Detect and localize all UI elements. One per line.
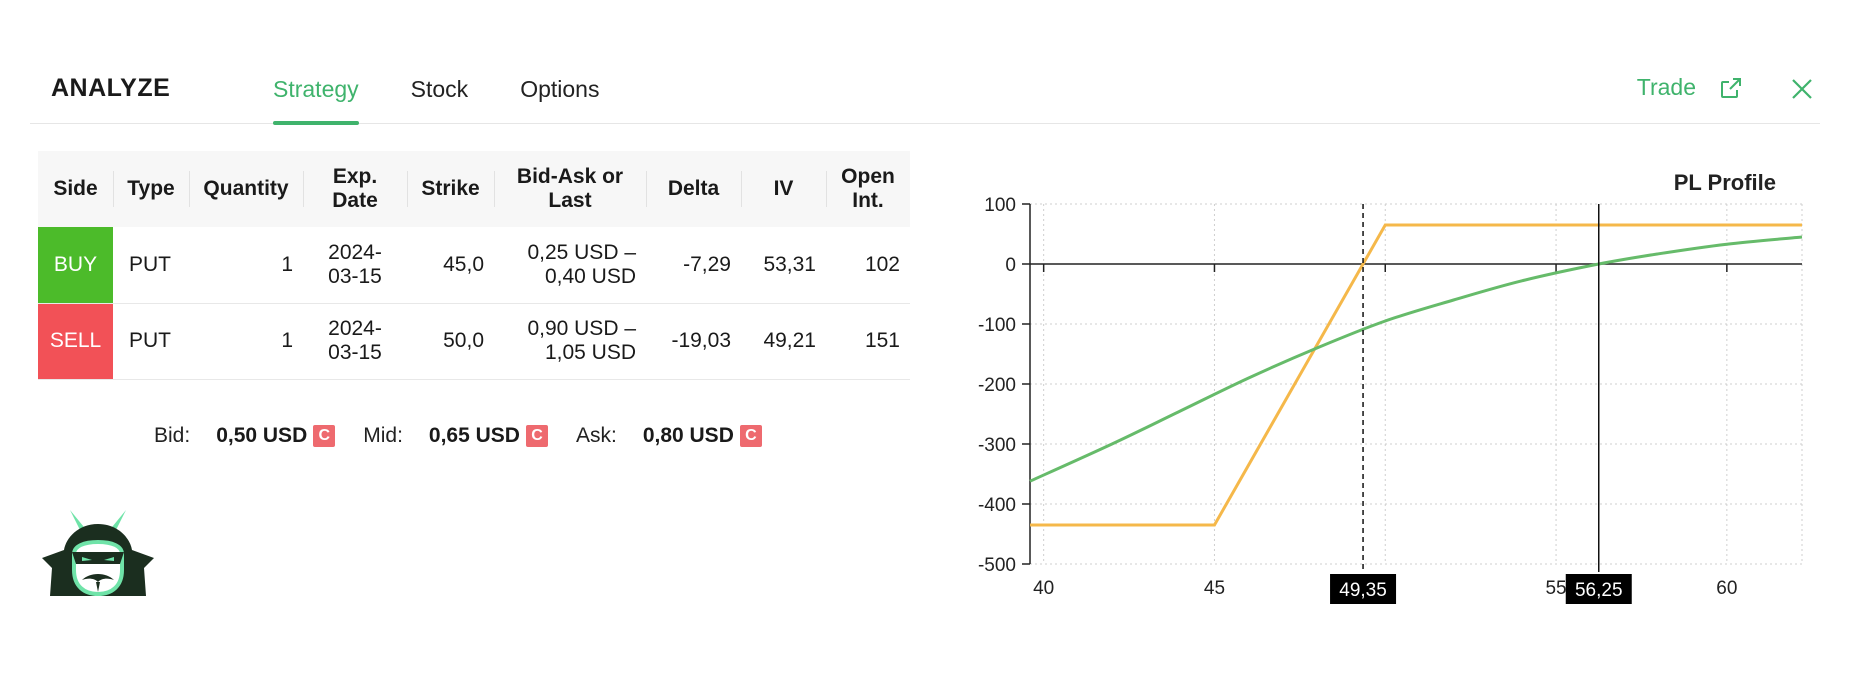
x-tick-label: 45 bbox=[1204, 578, 1225, 599]
quantity-cell: 1 bbox=[281, 252, 293, 276]
y-tick-label: -300 bbox=[978, 435, 1016, 456]
delta-cell: -19,03 bbox=[671, 329, 731, 352]
chart-title: PL Profile bbox=[1673, 170, 1776, 195]
table-row: BUY PUT 1 2024- 03-15 45,0 0,25 USD –0,40… bbox=[38, 227, 910, 303]
col-iv-label: IV bbox=[773, 177, 794, 200]
exp-date-line2: 03-15 bbox=[328, 341, 382, 364]
trade-link[interactable]: Trade bbox=[1637, 74, 1742, 101]
bid-value: 0,50 USD bbox=[216, 424, 308, 447]
iv-cell: 49,21 bbox=[763, 329, 816, 352]
col-side: Side bbox=[38, 151, 113, 227]
open-int-cell: 151 bbox=[864, 329, 900, 352]
side-sell-badge[interactable]: SELL bbox=[38, 303, 113, 379]
col-type: Type bbox=[113, 151, 189, 227]
expiration-pl-line bbox=[1030, 223, 1802, 527]
bid-ask-line2: 1,05 USD bbox=[544, 341, 636, 364]
exp-date-line1: 2024- bbox=[328, 240, 382, 264]
ask-c-badge[interactable]: C bbox=[739, 425, 762, 447]
page-title: ANALYZE bbox=[51, 74, 171, 102]
tab-stock[interactable]: Stock bbox=[411, 60, 469, 124]
type-cell: PUT bbox=[129, 252, 171, 276]
y-tick-label: -400 bbox=[978, 495, 1016, 516]
strike-cell: 45,0 bbox=[443, 252, 484, 276]
col-openint-label-1: Open bbox=[841, 165, 895, 188]
y-tick-label: 100 bbox=[984, 195, 1016, 216]
bid-label: Bid: bbox=[154, 424, 191, 447]
col-bidask-label-2: Last bbox=[548, 189, 592, 212]
col-strike-label: Strike bbox=[421, 177, 480, 200]
mid-c-badge[interactable]: C bbox=[525, 425, 548, 447]
ask-value: 0,80 USD bbox=[642, 424, 734, 447]
legs-table: Side Type Quantity Exp. Date Strike Bid-A… bbox=[38, 151, 910, 380]
external-link-icon bbox=[1721, 77, 1741, 98]
col-quantity-label: Quantity bbox=[203, 177, 289, 200]
ask-label: Ask: bbox=[575, 424, 617, 447]
marker-label: 56,25 bbox=[1575, 580, 1623, 601]
exp-date-line2: 03-15 bbox=[328, 264, 382, 288]
pl-chart-svg[interactable]: 100 0 -100 -200 -300 -400 -500 40 45 55 60 49,35 56,… bbox=[960, 160, 1840, 620]
mid-value: 0,65 USD bbox=[428, 424, 520, 447]
bid-ask-cell: 0,90 USD –1,05 USD bbox=[494, 303, 646, 379]
table-row: SELL PUT 1 2024- 03-15 50,0 0,90 USD –1,0… bbox=[38, 303, 910, 379]
bid-c-badge[interactable]: C bbox=[313, 425, 336, 447]
col-exp-label-1: Exp. bbox=[332, 165, 378, 188]
current-pl-curve bbox=[1029, 235, 1803, 483]
col-open-int: Open Int. bbox=[826, 151, 910, 227]
exp-date-line1: 2024- bbox=[328, 317, 382, 340]
exp-date-cell: 2024- 03-15 bbox=[303, 227, 407, 303]
iv-cell: 53,31 bbox=[763, 252, 816, 276]
col-delta: Delta bbox=[646, 151, 741, 227]
close-icon[interactable] bbox=[1790, 77, 1814, 101]
bid-ask-line1: 0,25 USD – bbox=[527, 240, 636, 264]
header-bar: ANALYZE Strategy Stock Options Trade bbox=[30, 60, 1820, 125]
bid-ask-line2: 0,40 USD bbox=[544, 264, 636, 288]
col-iv: IV bbox=[741, 151, 826, 227]
col-side-label: Side bbox=[53, 177, 98, 200]
trade-label: Trade bbox=[1636, 74, 1696, 100]
col-exp-label-2: Date bbox=[332, 189, 378, 212]
strike-cell: 50,0 bbox=[443, 329, 484, 352]
col-delta-label: Delta bbox=[667, 177, 720, 200]
tab-bar: Strategy Stock Options bbox=[273, 60, 651, 125]
y-tick-label: -100 bbox=[978, 315, 1016, 336]
col-quantity: Quantity bbox=[189, 151, 303, 227]
x-tick-label: 60 bbox=[1716, 578, 1737, 599]
samurai-logo-icon bbox=[42, 510, 154, 597]
bid-ask-line1: 0,90 USD – bbox=[527, 317, 636, 340]
quote-summary: Bid: 0,50 USD C Mid: 0,65 USD C Ask: 0,8… bbox=[154, 424, 790, 448]
quantity-cell: 1 bbox=[281, 329, 293, 352]
mid-label: Mid: bbox=[363, 424, 403, 447]
tab-options[interactable]: Options bbox=[520, 60, 599, 124]
col-exp-date: Exp. Date bbox=[303, 151, 407, 227]
y-tick-label: -500 bbox=[978, 555, 1016, 576]
pl-profile-chart: 100 0 -100 -200 -300 -400 -500 40 45 55 60 49,35 56,… bbox=[960, 160, 1840, 620]
marker-label: 49,35 bbox=[1339, 580, 1387, 601]
col-openint-label-2: Int. bbox=[852, 189, 884, 212]
tab-strategy[interactable]: Strategy bbox=[273, 60, 359, 125]
x-tick-label: 55 bbox=[1545, 578, 1566, 599]
col-bid-ask: Bid-Ask or Last bbox=[494, 151, 646, 227]
delta-cell: -7,29 bbox=[683, 252, 731, 276]
side-buy-badge[interactable]: BUY bbox=[38, 227, 113, 303]
exp-date-cell: 2024- 03-15 bbox=[303, 303, 407, 379]
bid-ask-cell: 0,25 USD –0,40 USD bbox=[494, 227, 646, 303]
open-int-cell: 102 bbox=[864, 252, 900, 276]
type-cell: PUT bbox=[129, 329, 171, 352]
y-tick-label: -200 bbox=[978, 375, 1016, 396]
x-tick-label: 40 bbox=[1033, 578, 1054, 599]
col-bidask-label-1: Bid-Ask or bbox=[516, 165, 624, 188]
col-strike: Strike bbox=[407, 151, 494, 227]
y-tick-label: 0 bbox=[1005, 255, 1016, 276]
table-header-row: Side Type Quantity Exp. Date Strike Bid-A… bbox=[38, 151, 910, 227]
col-type-label: Type bbox=[127, 177, 175, 200]
